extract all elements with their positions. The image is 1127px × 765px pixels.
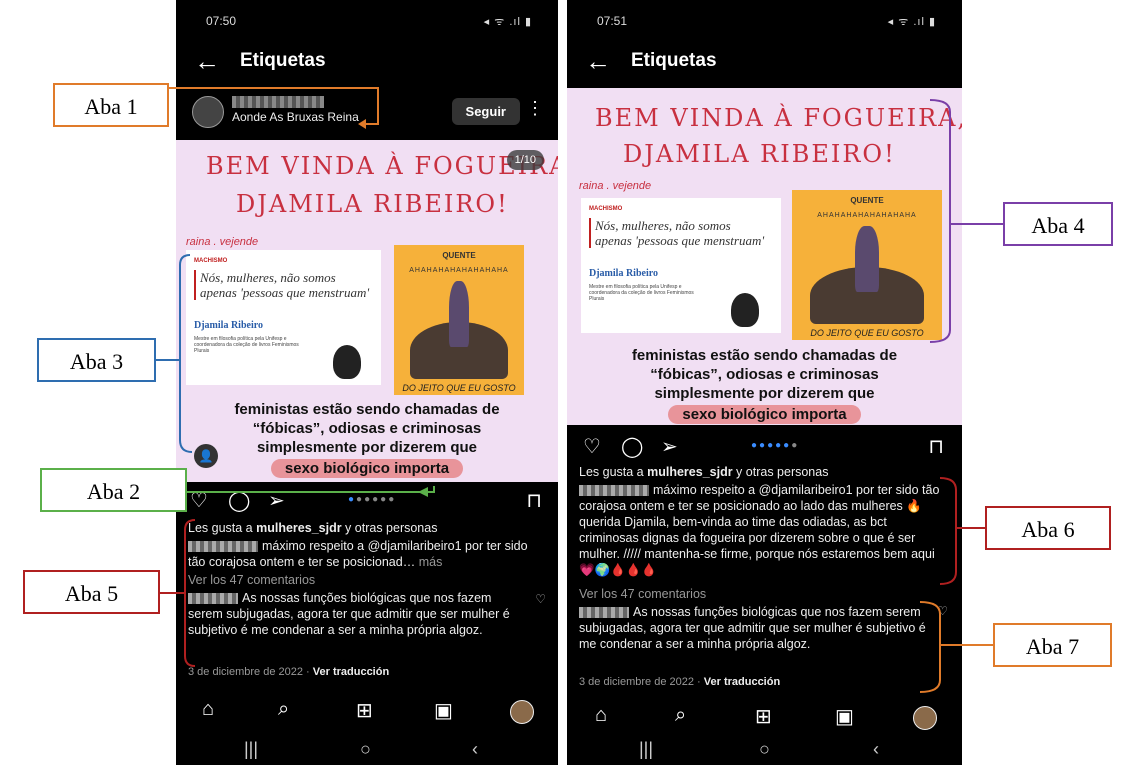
aba1-arrowhead bbox=[358, 119, 366, 129]
aba4-bracket bbox=[929, 99, 951, 343]
aba4-label: Aba 4 bbox=[1003, 202, 1113, 246]
aba5-label: Aba 5 bbox=[23, 570, 160, 614]
aba2-label: Aba 2 bbox=[40, 468, 187, 512]
aba7-label: Aba 7 bbox=[993, 623, 1112, 667]
aba2-connector bbox=[187, 486, 435, 493]
aba6-bracket bbox=[939, 477, 957, 585]
aba7-bracket bbox=[919, 601, 941, 693]
aba6-label: Aba 6 bbox=[985, 506, 1111, 550]
aba1-label: Aba 1 bbox=[53, 83, 169, 127]
aba1-connector bbox=[169, 87, 379, 125]
aba3-label: Aba 3 bbox=[37, 338, 156, 382]
aba2-arrowhead bbox=[418, 487, 428, 497]
aba3-bracket bbox=[179, 254, 193, 453]
annotation-connectors bbox=[156, 87, 1003, 693]
aba5-bracket bbox=[184, 519, 196, 667]
